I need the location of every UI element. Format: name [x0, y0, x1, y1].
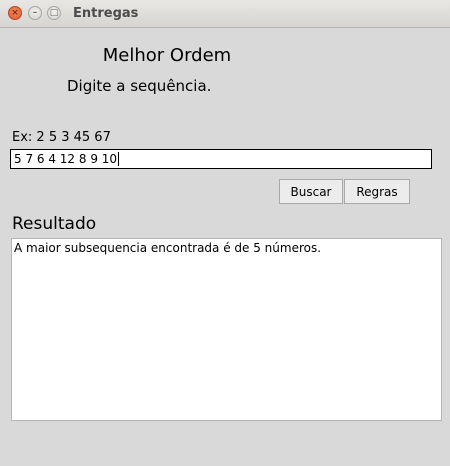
result-label: Resultado: [12, 214, 97, 234]
window-titlebar: × – □ Entregas: [0, 0, 450, 28]
result-textarea[interactable]: A maior subsequencia encontrada é de 5 n…: [11, 238, 442, 421]
close-icon: ×: [11, 7, 19, 18]
sequence-input-value: 5 7 6 4 12 8 9 10: [14, 152, 118, 166]
minimize-icon: –: [32, 7, 38, 18]
sequence-input[interactable]: 5 7 6 4 12 8 9 10: [10, 149, 432, 169]
maximize-window-button[interactable]: □: [47, 6, 61, 20]
example-label: Ex: 2 5 3 45 67: [12, 130, 111, 145]
instruction-label: Digite a sequência.: [67, 77, 212, 95]
text-caret: [118, 152, 120, 166]
close-window-button[interactable]: ×: [8, 6, 22, 20]
result-text: A maior subsequencia encontrada é de 5 n…: [14, 241, 322, 255]
window-title: Entregas: [73, 6, 139, 21]
page-title: Melhor Ordem: [102, 45, 232, 66]
search-button[interactable]: Buscar: [279, 179, 343, 204]
minimize-window-button[interactable]: –: [28, 6, 42, 20]
maximize-icon: □: [49, 7, 59, 18]
rules-button[interactable]: Regras: [344, 179, 410, 204]
